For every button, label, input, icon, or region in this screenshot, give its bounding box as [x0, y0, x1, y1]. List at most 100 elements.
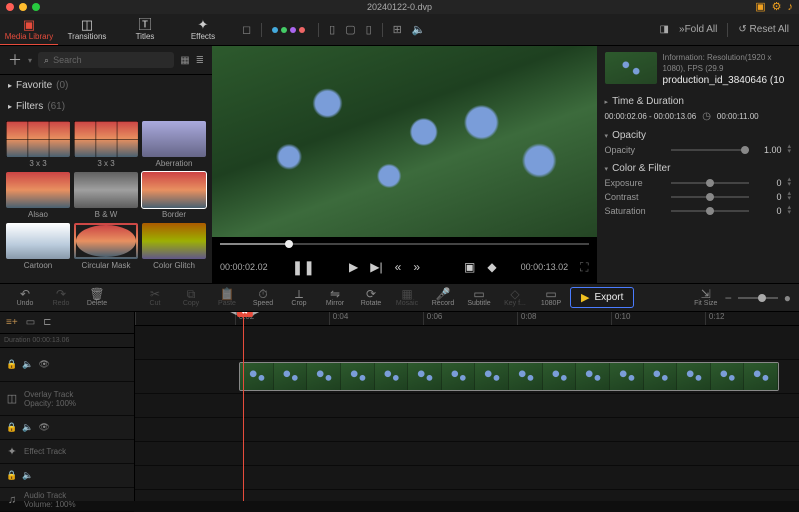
list-view-icon[interactable]: ≣ — [196, 55, 204, 66]
filter-item[interactable]: Cartoon — [6, 223, 70, 270]
filter-item[interactable]: Aberration — [142, 121, 206, 168]
filter-item[interactable]: 3 x 3 — [74, 121, 138, 168]
cut-button[interactable]: ✂Cut — [138, 288, 172, 307]
track-header-effect[interactable]: ✦ Effect Track — [0, 440, 134, 464]
save-icon[interactable]: ▣ — [755, 2, 765, 13]
next-frame-button[interactable]: ▶| — [370, 260, 382, 274]
opacity-section[interactable]: ▾Opacity — [605, 130, 791, 141]
track-layout-button[interactable]: ⊏ — [43, 317, 51, 328]
track-header-overlay[interactable]: ◫ Overlay Track Opacity: 100% — [0, 382, 134, 416]
video-preview[interactable] — [212, 46, 597, 237]
filter-item[interactable]: Border — [142, 172, 206, 219]
prev-keyframe-button[interactable]: « — [395, 260, 402, 274]
delete-button[interactable]: 🗑Delete — [80, 288, 114, 307]
timeline-ruler[interactable]: 00:00:02.02 ◀✖▶ 0:02 0:04 0:06 0:08 0:10… — [135, 312, 799, 326]
undo-button[interactable]: ↶Undo — [8, 288, 42, 307]
add-track-button[interactable]: ≡+ — [6, 317, 18, 328]
filter-item[interactable]: Alsao — [6, 172, 70, 219]
add-media-button[interactable]: ＋ — [8, 50, 22, 70]
track-lane-toggle[interactable] — [135, 442, 799, 466]
track-lane-overlay[interactable] — [135, 360, 799, 394]
paste-button[interactable]: 📋Paste — [210, 288, 244, 307]
color-swatches[interactable] — [272, 24, 308, 36]
filter-item[interactable]: 3 x 3 — [6, 121, 70, 168]
align-left-icon[interactable]: ▯ — [329, 23, 335, 36]
saturation-value[interactable]: 0 — [755, 206, 781, 216]
search-input[interactable]: ⌕ Search — [38, 52, 174, 68]
video-clip[interactable] — [239, 362, 779, 391]
visibility-icon[interactable]: 👁 — [38, 422, 49, 433]
exposure-stepper[interactable]: ▴▾ — [787, 178, 791, 188]
fit-size-button[interactable]: ⇲Fit Size — [689, 288, 723, 307]
play-button[interactable]: ▶ — [349, 260, 358, 274]
maximize-window[interactable] — [32, 3, 40, 11]
color-filter-section[interactable]: ▾Color & Filter — [605, 163, 791, 174]
lock-icon[interactable]: 🔒 — [6, 470, 17, 481]
marker-button[interactable]: ◆ — [487, 260, 496, 274]
fold-all-button[interactable]: »Fold All — [679, 24, 717, 35]
exposure-slider[interactable] — [671, 182, 750, 184]
favorite-section[interactable]: ▸ Favorite (0) — [0, 75, 212, 96]
mute-icon[interactable]: 🔈 — [22, 422, 33, 433]
align-right-icon[interactable]: ▯ — [366, 23, 372, 36]
tab-transitions[interactable]: ◫ Transitions — [58, 14, 116, 45]
snapshot-button[interactable]: ▣ — [464, 260, 475, 274]
copy-button[interactable]: ⧉Copy — [174, 288, 208, 307]
tab-media-library[interactable]: ▣ Media Library — [0, 14, 58, 45]
zoom-slider[interactable] — [738, 297, 778, 299]
contrast-slider[interactable] — [671, 196, 750, 198]
grid-icon[interactable]: ⊞ — [393, 23, 402, 36]
preview-scrubber[interactable] — [212, 237, 597, 251]
track-lane-toggle[interactable] — [135, 394, 799, 418]
mosaic-button[interactable]: ▦Mosaic — [390, 288, 424, 307]
exposure-value[interactable]: 0 — [755, 178, 781, 188]
minimize-window[interactable] — [19, 3, 27, 11]
speed-button[interactable]: ⏱Speed — [246, 288, 280, 307]
export-button[interactable]: ▶ Export — [570, 287, 634, 308]
fullscreen-button[interactable]: ⛶ — [580, 260, 588, 275]
clock-icon[interactable]: ◷ — [702, 111, 711, 122]
filter-item[interactable]: Color Glitch — [142, 223, 206, 270]
track-lane-effect[interactable] — [135, 418, 799, 442]
rotate-button[interactable]: ⟳Rotate — [354, 288, 388, 307]
saturation-slider[interactable] — [671, 210, 750, 212]
panel-icon[interactable]: ◨ — [660, 24, 669, 35]
opacity-value[interactable]: 1.00 — [755, 145, 781, 155]
mute-icon[interactable]: 🔈 — [22, 359, 33, 370]
notification-icon[interactable]: ♪ — [788, 2, 794, 13]
lock-icon[interactable]: 🔒 — [6, 359, 17, 370]
filter-item[interactable]: B & W — [74, 172, 138, 219]
record-button[interactable]: 🎤Record — [426, 288, 460, 307]
saturation-stepper[interactable]: ▴▾ — [787, 206, 791, 216]
align-center-icon[interactable]: ▢ — [345, 23, 355, 36]
filters-section[interactable]: ▸ Filters (61) — [0, 96, 212, 117]
opacity-stepper[interactable]: ▴▾ — [787, 145, 791, 155]
mirror-button[interactable]: ⇋Mirror — [318, 288, 352, 307]
tab-titles[interactable]: 🅃 Titles — [116, 14, 174, 45]
track-menu-button[interactable]: ▭ — [26, 317, 35, 328]
lock-icon[interactable]: 🔒 — [6, 422, 17, 433]
tab-effects[interactable]: ✦ Effects — [174, 14, 232, 45]
pause-button[interactable]: ❚❚ — [292, 259, 315, 276]
filter-item[interactable]: Circular Mask — [74, 223, 138, 270]
playhead-line[interactable] — [243, 312, 244, 501]
crop-button[interactable]: ⟂Crop — [282, 288, 316, 307]
subtitle-button[interactable]: ▭Subtitle — [462, 288, 496, 307]
reset-all-button[interactable]: ↺ Reset All — [738, 24, 789, 35]
contrast-stepper[interactable]: ▴▾ — [787, 192, 791, 202]
track-lane-main[interactable] — [135, 326, 799, 360]
zoom-in-button[interactable]: ● — [784, 291, 791, 305]
track-lane-audio[interactable] — [135, 466, 799, 490]
mute-icon[interactable]: 🔈 — [22, 470, 33, 481]
redo-button[interactable]: ↷Redo — [44, 288, 78, 307]
aspect-icon[interactable]: ◻ — [242, 23, 251, 36]
track-header-toggles[interactable]: 🔒🔈 — [0, 464, 134, 488]
time-duration-section[interactable]: ▸Time & Duration — [605, 96, 791, 107]
visibility-icon[interactable]: 👁 — [38, 359, 49, 370]
playhead-handle[interactable]: ◀✖▶ — [229, 312, 260, 317]
settings-icon[interactable]: ⚙ — [772, 2, 782, 13]
grid-view-icon[interactable]: ▦ — [180, 55, 189, 66]
quality-button[interactable]: ▭1080P — [534, 288, 568, 307]
track-header-toggles[interactable]: 🔒 🔈 👁 — [0, 416, 134, 440]
next-keyframe-button[interactable]: » — [413, 260, 420, 274]
